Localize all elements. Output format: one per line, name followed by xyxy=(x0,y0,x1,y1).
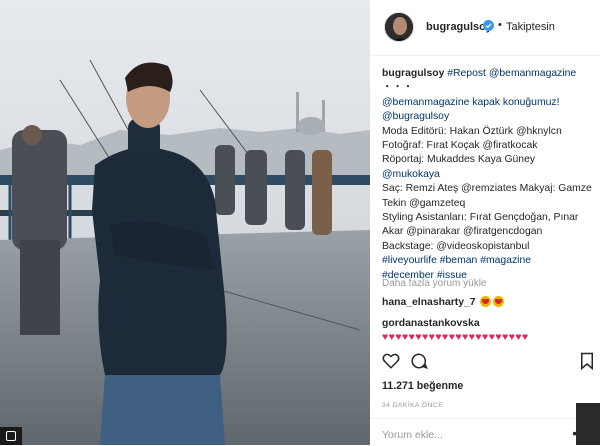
comment-item: hana_elnasharty_7 xyxy=(382,296,505,308)
caption-line: Akar @pinarakar @firatgencdogan xyxy=(382,226,543,238)
laughing-emoji-icon xyxy=(480,296,492,307)
comment-author[interactable]: hana_elnasharty_7 xyxy=(382,297,476,308)
photo-corner-icon xyxy=(0,427,22,445)
caption-line: Röportaj: Mukaddes Kaya Güney xyxy=(382,154,536,166)
post-actions xyxy=(382,352,594,374)
post-panel: bugragulsoy • Takiptesin bugragulsoy #Re… xyxy=(370,0,600,445)
caption-line: Saç: Remzi Ateş @remziates Makyaj: Gamze xyxy=(382,183,592,195)
caption-hashtags[interactable]: #liveyourlife #beman #magazine xyxy=(382,254,594,268)
comment-author[interactable]: gordanastankovska xyxy=(382,318,480,329)
caption-line: bugragulsoy #Repost @bemanmagazine xyxy=(382,68,577,79)
comment-bubble-icon[interactable] xyxy=(410,352,428,370)
photo-illustration xyxy=(0,0,370,445)
side-thumbnail[interactable] xyxy=(576,403,600,445)
caption-line: Styling Asistanları: Fırat Gençdoğan, Pı… xyxy=(382,212,579,224)
verified-badge-icon xyxy=(483,20,494,31)
caption-line: Tekin @gamzeteq xyxy=(382,197,466,209)
caption-line[interactable]: @mukokaya xyxy=(382,168,594,182)
avatar-image xyxy=(385,13,413,41)
caption-line: Fotoğraf: Fırat Koçak @firatkocak xyxy=(382,140,538,152)
post-header: bugragulsoy • Takiptesin xyxy=(370,0,600,56)
bookmark-icon[interactable] xyxy=(578,352,596,370)
separator-dot: • xyxy=(498,19,502,31)
post-caption: bugragulsoy #Repost @bemanmagazine ・・・ @… xyxy=(382,67,594,283)
comment-item: gordanastankovska ♥♥♥♥♥♥♥♥♥♥♥♥♥♥♥♥♥♥♥♥♥♥ xyxy=(382,317,596,345)
follow-status-button[interactable]: Takiptesin xyxy=(506,21,555,33)
caption-line[interactable]: @bugragulsoy xyxy=(382,110,594,124)
caption-line: Backstage: @videoskopistanbul xyxy=(382,240,530,252)
post-timestamp: 34 DAKİKA ÖNCE xyxy=(382,402,444,409)
comment-text: ♥♥♥♥♥♥♥♥♥♥♥♥♥♥♥♥♥♥♥♥♥♥ xyxy=(382,332,529,343)
caption-author[interactable]: bugragulsoy xyxy=(382,68,444,79)
load-more-comments-link[interactable]: Daha fazla yorum yükle xyxy=(382,278,487,289)
heart-outline-icon[interactable] xyxy=(382,352,400,370)
caption-line[interactable]: @bemanmagazine kapak konuğumuz! xyxy=(382,96,594,110)
caption-line: Moda Editörü: Hakan Öztürk @hknylcn xyxy=(382,125,562,137)
avatar[interactable] xyxy=(384,12,414,42)
add-comment-row: Yorum ekle... ••• xyxy=(370,418,600,446)
likes-count[interactable]: 11.271 beğenme xyxy=(382,380,463,392)
post-photo[interactable] xyxy=(0,0,370,445)
comment-input[interactable]: Yorum ekle... xyxy=(382,429,443,441)
caption-line: ・・・ xyxy=(382,82,414,94)
laughing-emoji-icon xyxy=(493,296,505,307)
